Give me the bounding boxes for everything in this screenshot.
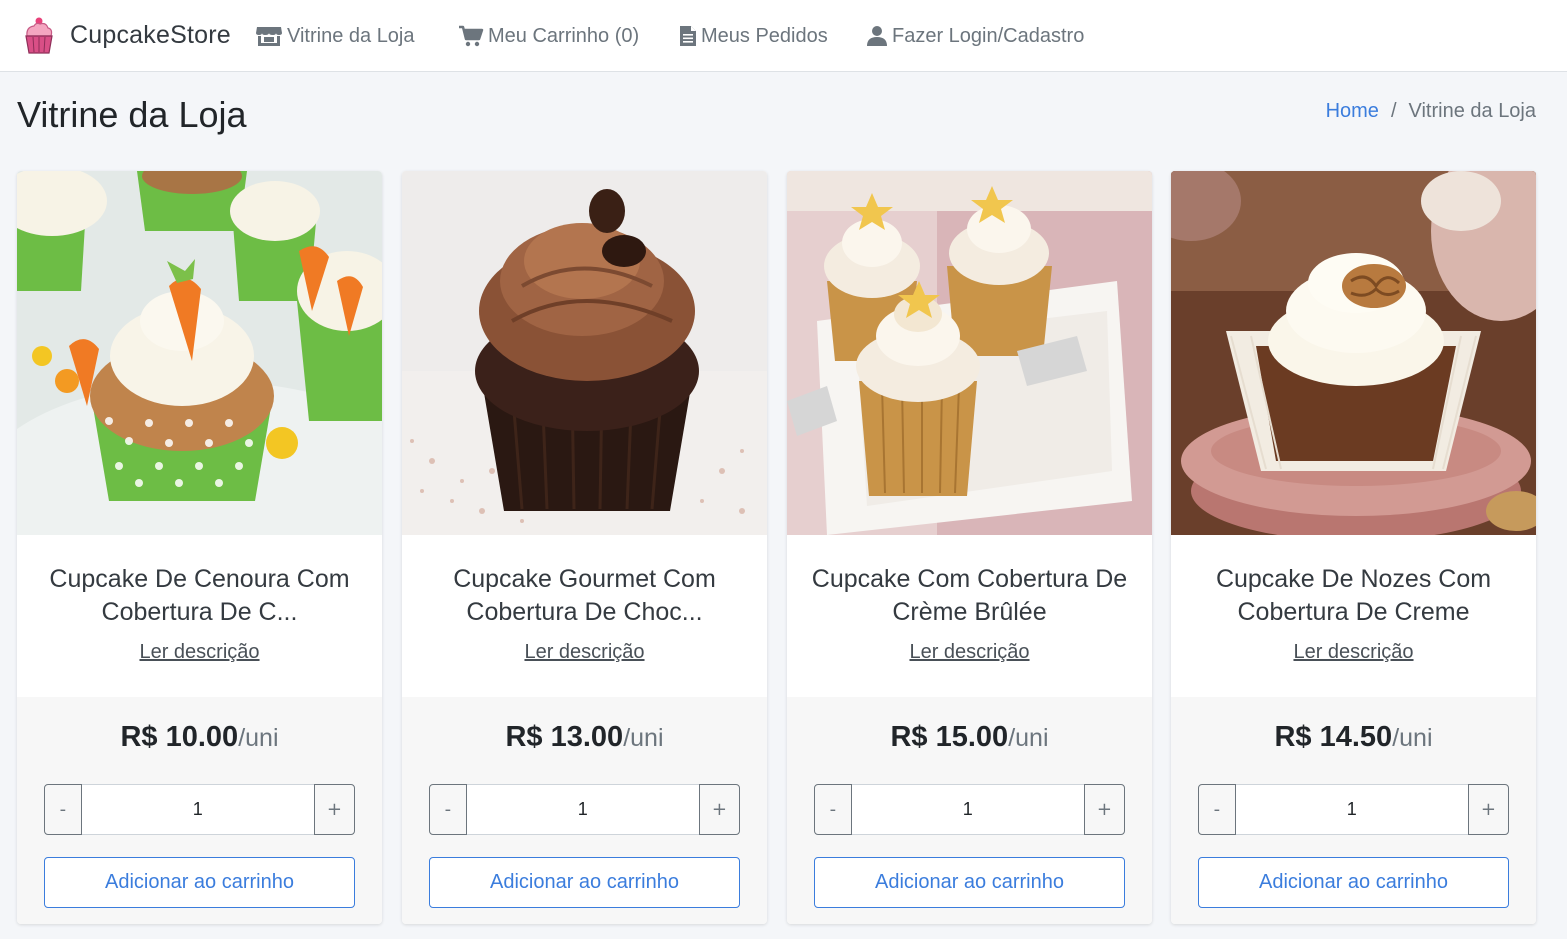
product-name: Cupcake Com Cobertura De Crème Brûlée: [811, 565, 1128, 626]
increase-quantity-button[interactable]: +: [1083, 784, 1125, 835]
product-card: Cupcake Com Cobertura De Crème Brûlée Le…: [787, 171, 1152, 924]
breadcrumb: Home / Vitrine da Loja: [1326, 100, 1536, 123]
product-card-footer: R$ 15.00/uni - + Adicionar ao carrinho: [787, 697, 1152, 924]
nav-item-orders[interactable]: Meus Pedidos: [679, 0, 828, 72]
price-unit: /uni: [1392, 724, 1433, 752]
cupcake-logo-icon: [25, 17, 53, 54]
quantity-input[interactable]: [466, 784, 699, 835]
product-image-chocolate-cupcake[interactable]: [402, 171, 767, 535]
top-navbar: CupcakeStore Vitrine da Loja Meu Carrinh…: [0, 0, 1567, 72]
product-image-carrot-cupcake[interactable]: [17, 171, 382, 535]
price-unit: /uni: [1008, 724, 1049, 752]
product-card-body: Cupcake De Nozes Com Cobertura De Creme …: [1171, 535, 1536, 697]
product-price: R$ 10.00/uni: [17, 721, 382, 754]
product-image-walnut-cupcake[interactable]: [1171, 171, 1536, 535]
add-to-cart-button[interactable]: Adicionar ao carrinho: [44, 857, 355, 908]
quantity-stepper: - +: [44, 784, 355, 835]
increase-quantity-button[interactable]: +: [698, 784, 740, 835]
read-description-link[interactable]: Ler descrição: [17, 641, 382, 664]
price-value: R$ 14.50: [1274, 721, 1393, 753]
page-title: Vitrine da Loja: [17, 94, 247, 135]
read-description-link[interactable]: Ler descrição: [1171, 641, 1536, 664]
product-card-footer: R$ 13.00/uni - + Adicionar ao carrinho: [402, 697, 767, 924]
product-name: Cupcake De Cenoura Com Cobertura De C...: [49, 565, 350, 626]
breadcrumb-home-link[interactable]: Home: [1326, 100, 1379, 123]
quantity-input[interactable]: [81, 784, 314, 835]
decrease-quantity-button[interactable]: -: [1198, 784, 1236, 835]
increase-quantity-button[interactable]: +: [1467, 784, 1509, 835]
quantity-input[interactable]: [851, 784, 1084, 835]
product-card-body: Cupcake Com Cobertura De Crème Brûlée Le…: [787, 535, 1152, 697]
product-card-footer: R$ 10.00/uni - + Adicionar ao carrinho: [17, 697, 382, 924]
product-price: R$ 13.00/uni: [402, 721, 767, 754]
product-card-body: Cupcake De Cenoura Com Cobertura De C...…: [17, 535, 382, 697]
product-name: Cupcake Gourmet Com Cobertura De Choc...: [453, 565, 716, 626]
user-icon: [867, 26, 887, 46]
price-unit: /uni: [238, 724, 279, 752]
product-card: Cupcake De Nozes Com Cobertura De Creme …: [1171, 171, 1536, 924]
document-icon: [680, 26, 696, 46]
price-value: R$ 13.00: [505, 721, 624, 753]
nav-item-cart-label: Meu Carrinho (0): [488, 24, 640, 47]
store-icon: [256, 27, 282, 46]
decrease-quantity-button[interactable]: -: [814, 784, 852, 835]
add-to-cart-button[interactable]: Adicionar ao carrinho: [1198, 857, 1509, 908]
decrease-quantity-button[interactable]: -: [429, 784, 467, 835]
price-value: R$ 15.00: [890, 721, 1009, 753]
product-image-creme-brulee-cupcakes[interactable]: [787, 171, 1152, 535]
product-card-footer: R$ 14.50/uni - + Adicionar ao carrinho: [1171, 697, 1536, 924]
nav-item-cart[interactable]: Meu Carrinho (0): [458, 0, 639, 72]
price-unit: /uni: [623, 724, 664, 752]
quantity-input[interactable]: [1235, 784, 1468, 835]
read-description-link[interactable]: Ler descrição: [787, 641, 1152, 664]
quantity-stepper: - +: [814, 784, 1125, 835]
nav-item-login-label: Fazer Login/Cadastro: [892, 24, 1085, 47]
breadcrumb-separator: /: [1390, 100, 1397, 122]
product-card-body: Cupcake Gourmet Com Cobertura De Choc...…: [402, 535, 767, 697]
product-price: R$ 14.50/uni: [1171, 721, 1536, 754]
cart-icon: [459, 25, 484, 47]
decrease-quantity-button[interactable]: -: [44, 784, 82, 835]
brand[interactable]: CupcakeStore: [22, 0, 231, 72]
product-card: Cupcake De Cenoura Com Cobertura De C...…: [17, 171, 382, 924]
price-value: R$ 10.00: [120, 721, 239, 753]
nav-item-login[interactable]: Fazer Login/Cadastro: [866, 0, 1084, 72]
nav-item-store[interactable]: Vitrine da Loja: [255, 0, 415, 72]
brand-name: CupcakeStore: [70, 21, 231, 49]
nav-item-store-label: Vitrine da Loja: [287, 24, 415, 47]
product-name: Cupcake De Nozes Com Cobertura De Creme: [1215, 565, 1492, 626]
nav-item-orders-label: Meus Pedidos: [701, 24, 828, 47]
breadcrumb-current: Vitrine da Loja: [1408, 100, 1537, 122]
product-card: Cupcake Gourmet Com Cobertura De Choc...…: [402, 171, 767, 924]
increase-quantity-button[interactable]: +: [313, 784, 355, 835]
add-to-cart-button[interactable]: Adicionar ao carrinho: [814, 857, 1125, 908]
read-description-link[interactable]: Ler descrição: [402, 641, 767, 664]
quantity-stepper: - +: [1198, 784, 1509, 835]
quantity-stepper: - +: [429, 784, 740, 835]
add-to-cart-button[interactable]: Adicionar ao carrinho: [429, 857, 740, 908]
product-price: R$ 15.00/uni: [787, 721, 1152, 754]
